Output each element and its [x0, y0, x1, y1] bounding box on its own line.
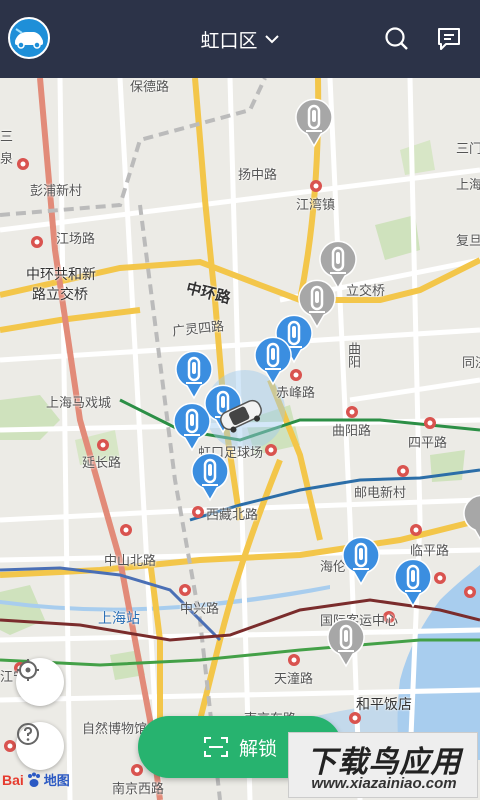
- bike-station-pin[interactable]: [253, 336, 293, 386]
- map-label: 中兴路: [180, 601, 220, 616]
- app-logo[interactable]: [8, 17, 50, 59]
- map-label: 上海马戏城: [46, 395, 112, 410]
- map-label: 中环共和新: [26, 266, 96, 282]
- baidu-map-logo: Bai 地图: [2, 770, 70, 789]
- map-label: 南京西路: [112, 781, 165, 796]
- map-label: 中山北路: [104, 553, 157, 568]
- map-label: 保德路: [130, 79, 170, 94]
- bike-station-pin[interactable]: [393, 558, 433, 608]
- map-label: 天潼路: [274, 671, 314, 686]
- unlock-label: 解锁: [238, 738, 277, 760]
- map-label: 上海站: [98, 610, 140, 626]
- map-label: 三: [0, 129, 14, 144]
- map-label: 泉: [0, 151, 14, 166]
- bike-station-pin-inactive[interactable]: [294, 98, 334, 148]
- baidu-text: Bai: [2, 771, 24, 788]
- map-label: 临平路: [410, 543, 450, 558]
- crosshair-icon: [17, 659, 39, 681]
- search-icon: [385, 27, 408, 50]
- map-label: 四平路: [408, 435, 448, 450]
- map-label: 邮电新村: [354, 485, 407, 500]
- bike-station-pin[interactable]: [190, 452, 230, 502]
- bike-station-pin-inactive[interactable]: [326, 618, 366, 668]
- map-label: 江场路: [56, 231, 96, 246]
- message-icon: [438, 28, 460, 50]
- bike-station-pin-inactive[interactable]: [462, 494, 480, 544]
- map-label: 彭浦新村: [30, 183, 83, 198]
- message-button[interactable]: [434, 24, 464, 54]
- map-label: 延长路: [82, 455, 122, 470]
- help-button[interactable]: [16, 722, 64, 770]
- map-label: 曲阳路: [332, 423, 372, 438]
- map-label: 和平饭店: [356, 696, 412, 712]
- question-icon: [17, 723, 39, 745]
- baidu-map-text: 地图: [43, 773, 70, 788]
- watermark-url: www.xiazainiao.com: [311, 775, 457, 792]
- map-view[interactable]: 保德路 三 泉 三门 扬中路 彭浦新村 上海 江湾镇 江场路 复旦 中环共和新 …: [0, 78, 480, 800]
- map-label: 上海: [456, 177, 480, 192]
- map-label: 路立交桥: [32, 286, 88, 302]
- search-button[interactable]: [382, 24, 412, 54]
- map-label: 扬中路: [238, 167, 278, 182]
- map-label: 三门: [456, 141, 480, 156]
- map-label: 自然博物馆: [82, 721, 148, 736]
- bike-station-pin[interactable]: [172, 402, 212, 452]
- map-label: 西藏北路: [206, 507, 259, 522]
- watermark: 下载鸟应用 www.xiazainiao.com: [288, 732, 478, 798]
- paw-icon: [27, 772, 40, 787]
- scan-icon: [203, 737, 228, 757]
- locate-button[interactable]: [16, 658, 64, 706]
- map-label: 同济: [462, 355, 480, 370]
- district-selector[interactable]: 虹口区: [200, 26, 279, 53]
- map-label: 复旦: [456, 233, 480, 248]
- bike-station-pin[interactable]: [341, 536, 381, 586]
- app-header: 虹口区: [0, 0, 480, 78]
- car-icon: [220, 399, 262, 433]
- chevron-down-icon: [264, 35, 279, 44]
- district-title: 虹口区: [200, 30, 258, 52]
- map-label: 曲阳: [346, 342, 361, 368]
- map-label: 江湾镇: [296, 197, 336, 212]
